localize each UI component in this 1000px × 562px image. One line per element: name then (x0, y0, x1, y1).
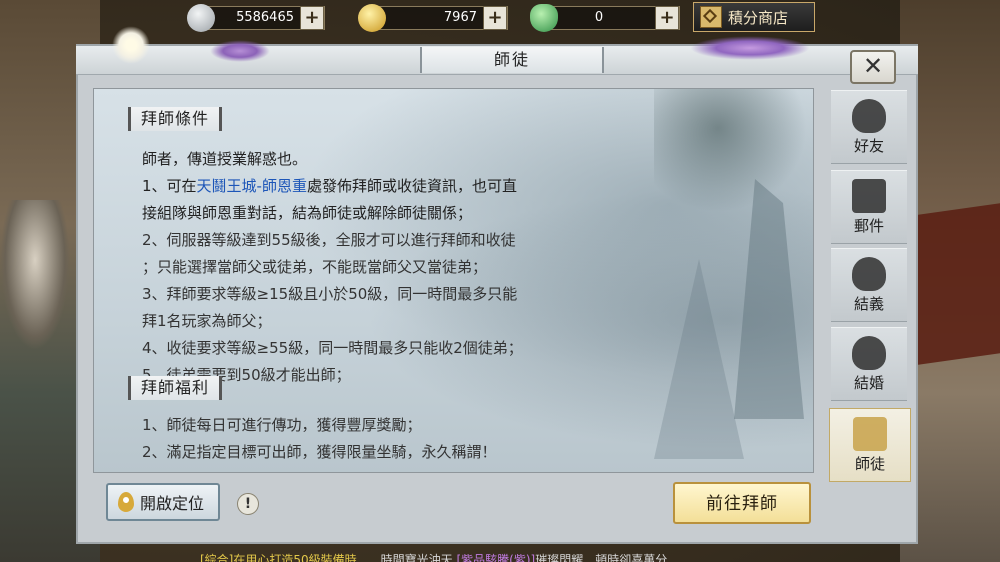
tab-brotherhood[interactable]: 結義 (831, 248, 907, 322)
conditions-line-4: 4、收徒要求等級≥55級，同一時間最多只能收2個徒弟； (142, 339, 523, 357)
mail-icon (852, 179, 886, 213)
benefits-heading: 拜師福利 (128, 376, 223, 400)
gold-amount: 7967 + (376, 6, 508, 30)
jade-currency: 0 + (530, 4, 680, 32)
background-character (0, 200, 70, 350)
tab-friends-label: 好友 (853, 137, 884, 155)
add-silver-button[interactable]: + (300, 6, 324, 30)
conditions-line-1: 1、可在天鬪王城-師恩重處發佈拜師或收徒資訊，也可直 (142, 177, 517, 195)
tab-brotherhood-label: 結義 (853, 295, 884, 313)
tab-friends[interactable]: 好友 (831, 90, 907, 164)
jade-ingot-icon (530, 4, 558, 32)
tab-mentor-label: 師徒 (854, 455, 885, 473)
background-mountain-far (654, 259, 744, 459)
add-jade-button[interactable]: + (655, 6, 679, 30)
chat-ticker: [綜合]在用心打造50級裝備時……時間寶光沖天 [紫品駭騰(紫)]璀璨閃耀…頓時… (200, 553, 668, 562)
close-button[interactable]: ✕ (850, 50, 896, 84)
conditions-line-1-cont: 接組隊與師恩重對話，結為師徒或解除師徒關係； (142, 204, 473, 222)
add-gold-button[interactable]: + (483, 6, 507, 30)
conditions-heading: 拜師條件 (128, 107, 223, 131)
silver-currency: 5586465 + (187, 4, 325, 32)
background-pavilion (904, 203, 1000, 367)
points-shop-button[interactable]: 積分商店 (693, 2, 815, 32)
tab-mail[interactable]: 郵件 (831, 170, 907, 244)
benefits-line-2: 2、滿足指定目標可出師，獲得限量坐騎，永久稱謂！ (142, 443, 497, 461)
flower-decoration-right (690, 36, 810, 60)
flower-decoration-purple (210, 40, 270, 62)
location-pin-icon (118, 492, 134, 512)
gold-currency: 7967 + (358, 4, 508, 32)
friends-icon (852, 99, 886, 133)
background-tree (654, 89, 813, 219)
points-shop-label: 積分商店 (728, 8, 789, 27)
window-title: 師徒 (420, 47, 604, 73)
tab-marriage[interactable]: 結婚 (831, 327, 907, 401)
benefits-text: 1、師徒每日可進行傳功，獲得豐厚獎勵； 2、滿足指定目標可出師，獲得限量坐騎，永… (142, 412, 582, 466)
info-icon[interactable]: ! (237, 493, 259, 515)
enable-location-button[interactable]: 開啟定位 (106, 483, 220, 521)
enable-location-label: 開啟定位 (140, 494, 205, 513)
tab-mail-label: 郵件 (853, 217, 884, 235)
conditions-line-2: 2、伺服器等級達到55級後，全服才可以進行拜師和收徒 (142, 231, 516, 249)
jade-amount: 0 + (548, 6, 680, 30)
brotherhood-icon (852, 257, 886, 291)
silver-coin-icon (187, 4, 215, 32)
npc-location-link[interactable]: 天鬪王城-師恩重 (197, 177, 307, 195)
conditions-line-3: 3、拜師要求等級≥15級且小於50級，同一時間最多只能 (142, 285, 518, 303)
conditions-line-3-cont: 拜1名玩家為師父； (142, 312, 272, 330)
conditions-intro: 師者，傳道授業解惑也。 (142, 150, 308, 168)
tab-mentor[interactable]: 師徒 (829, 408, 911, 482)
marriage-icon (852, 336, 886, 370)
gold-coin-icon (358, 4, 386, 32)
conditions-line-2-cont: ；只能選擇當師父或徒弟，不能既當師父又當徒弟； (142, 258, 488, 276)
shop-icon (700, 6, 722, 28)
silver-amount: 5586465 + (205, 6, 325, 30)
flower-decoration-left (112, 26, 150, 64)
benefits-line-1: 1、師徒每日可進行傳功，獲得豐厚獎勵； (142, 416, 422, 434)
mentor-icon (853, 417, 887, 451)
go-to-mentor-button[interactable]: 前往拜師 (673, 482, 811, 524)
tab-marriage-label: 結婚 (853, 374, 884, 392)
conditions-text: 師者，傳道授業解惑也。 1、可在天鬪王城-師恩重處發佈拜師或收徒資訊，也可直 接… (142, 146, 582, 389)
